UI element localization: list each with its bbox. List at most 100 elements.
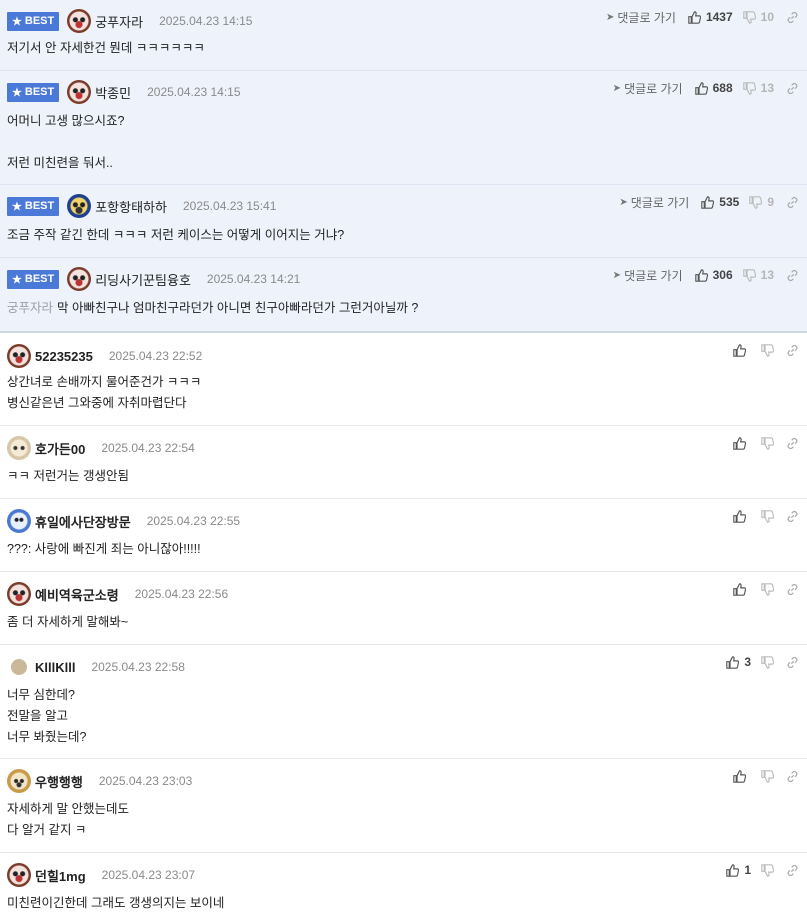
like-button[interactable] — [733, 343, 751, 357]
comment-author[interactable]: 포항항태하하 — [95, 197, 167, 216]
comment-author[interactable]: 리딩사기꾼팀융호 — [95, 270, 191, 289]
like-button[interactable]: 3 — [726, 655, 751, 669]
comment-author[interactable]: 52235235 — [35, 349, 93, 364]
comment-author[interactable]: 궁푸자라 — [95, 12, 143, 31]
avatar[interactable] — [11, 659, 27, 675]
send-arrow-icon: ➤ — [612, 269, 622, 281]
comment-date: 2025.04.23 23:03 — [98, 774, 193, 788]
best-badge: ★ BEST — [7, 196, 60, 216]
like-count: 688 — [712, 81, 733, 95]
comment-author[interactable]: 우행행행 — [35, 772, 83, 791]
like-button[interactable]: 688 — [694, 81, 733, 95]
thumbs-up-icon — [733, 769, 746, 783]
share-link-button[interactable] — [786, 583, 799, 596]
best-comment: ★ BEST 박종민 2025.04.23 14:15 ➤ 댓글로 가기 688 1… — [0, 71, 807, 185]
share-link-button[interactable] — [786, 770, 799, 783]
thumbs-down-icon — [761, 436, 774, 450]
link-icon — [787, 770, 798, 782]
dislike-button[interactable] — [761, 343, 774, 357]
share-link-button[interactable] — [786, 82, 799, 95]
comment-text: 너무 심한데? 전말을 알고 너무 봐줬는데? — [7, 688, 87, 744]
thumbs-down-icon — [761, 582, 774, 596]
star-icon: ★ — [12, 200, 22, 213]
dislike-button[interactable] — [761, 509, 774, 523]
share-link-button[interactable] — [786, 437, 799, 450]
thumbs-down-icon — [761, 509, 774, 523]
like-button[interactable] — [733, 436, 751, 450]
avatar[interactable] — [7, 509, 31, 533]
dislike-button[interactable]: 13 — [742, 268, 774, 282]
comment-date: 2025.04.23 22:54 — [101, 441, 195, 455]
dislike-button[interactable]: 9 — [749, 195, 774, 209]
link-icon — [787, 656, 798, 668]
goto-comment-link[interactable]: ➤ 댓글로 가기 — [613, 80, 683, 97]
comment: 호가든00 2025.04.23 22:54 ㅋㅋ 저런거는 갱생안됨 — [0, 426, 807, 499]
like-button[interactable] — [733, 509, 751, 523]
avatar[interactable] — [67, 80, 92, 104]
goto-comment-link[interactable]: ➤ 댓글로 가기 — [606, 9, 676, 26]
thumbs-up-icon — [733, 509, 746, 523]
comment-date: 2025.04.23 22:58 — [91, 660, 185, 674]
goto-comment-link[interactable]: ➤ 댓글로 가기 — [613, 267, 683, 284]
dislike-button[interactable]: 13 — [742, 81, 774, 95]
share-link-button[interactable] — [786, 656, 799, 669]
reply-to-author[interactable]: 궁푸자라 — [7, 301, 53, 315]
avatar[interactable] — [7, 582, 31, 606]
goto-comment-link[interactable]: ➤ 댓글로 가기 — [619, 194, 689, 211]
comment-author[interactable]: 박종민 — [95, 83, 131, 102]
thumbs-down-icon — [761, 655, 774, 669]
like-button[interactable]: 1437 — [688, 10, 733, 24]
like-count: 3 — [744, 655, 751, 669]
avatar[interactable] — [7, 863, 31, 887]
comment-author[interactable]: 휴일에사단장방문 — [35, 512, 131, 531]
like-button[interactable] — [733, 769, 751, 783]
thumbs-down-icon — [761, 343, 774, 357]
like-button[interactable]: 306 — [694, 268, 733, 282]
comment: KlllKlll 2025.04.23 22:58 3 너무 심한데? 전말을 … — [0, 645, 807, 759]
comment-date: 2025.04.23 22:55 — [146, 514, 241, 528]
thumbs-down-icon — [761, 863, 774, 877]
thumbs-up-icon — [688, 10, 701, 24]
share-link-button[interactable] — [786, 344, 799, 357]
avatar[interactable] — [67, 194, 92, 218]
send-arrow-icon: ➤ — [612, 82, 622, 94]
share-link-button[interactable] — [786, 196, 799, 209]
avatar[interactable] — [7, 436, 31, 460]
comment-text: ㅋㅋ 저런거는 갱생안됨 — [7, 469, 129, 483]
avatar[interactable] — [7, 769, 31, 793]
avatar[interactable] — [67, 9, 92, 33]
comment-text: ???: 사랑에 빠진게 죄는 아니잖아!!!!! — [7, 542, 201, 556]
comment: 예비역육군소령 2025.04.23 22:56 좀 더 자세하게 말해봐~ — [0, 572, 807, 645]
thumbs-down-icon — [761, 769, 774, 783]
thumbs-up-icon — [694, 268, 708, 282]
dislike-button[interactable] — [761, 582, 774, 596]
thumbs-down-icon — [749, 195, 763, 209]
share-link-button[interactable] — [786, 864, 799, 877]
star-icon: ★ — [12, 86, 22, 99]
thumbs-up-icon — [726, 655, 740, 669]
thumbs-down-icon — [742, 81, 756, 95]
avatar[interactable] — [7, 344, 31, 368]
dislike-button[interactable] — [761, 769, 774, 783]
comment-author[interactable]: 던힐1mg — [35, 866, 86, 885]
dislike-button[interactable]: 10 — [742, 10, 774, 24]
star-icon: ★ — [12, 15, 22, 28]
comment-author[interactable]: KlllKlll — [35, 660, 75, 675]
share-link-button[interactable] — [786, 510, 799, 523]
comment-text: 미친련이긴한데 그래도 갱생의지는 보이네 — [7, 896, 225, 910]
like-count: 535 — [719, 195, 740, 209]
like-button[interactable]: 535 — [701, 195, 739, 209]
avatar[interactable] — [67, 267, 92, 291]
dislike-button[interactable] — [761, 655, 774, 669]
best-comment: ★ BEST 리딩사기꾼팀융호 2025.04.23 14:21 ➤ 댓글로 가기 … — [0, 258, 807, 331]
comment-author[interactable]: 예비역육군소령 — [35, 585, 119, 604]
dislike-button[interactable] — [761, 863, 774, 877]
comment-author[interactable]: 호가든00 — [35, 439, 85, 458]
comment-text: 저기서 안 자세한건 뭔데 ㅋㅋㅋㅋㅋㅋ — [7, 41, 205, 55]
comment-text: 자세하게 말 안했는데도 다 알거 같지 ㅋ — [7, 802, 129, 837]
dislike-button[interactable] — [761, 436, 774, 450]
share-link-button[interactable] — [786, 11, 799, 24]
share-link-button[interactable] — [786, 269, 799, 282]
like-button[interactable]: 1 — [726, 863, 751, 877]
like-button[interactable] — [733, 582, 751, 596]
